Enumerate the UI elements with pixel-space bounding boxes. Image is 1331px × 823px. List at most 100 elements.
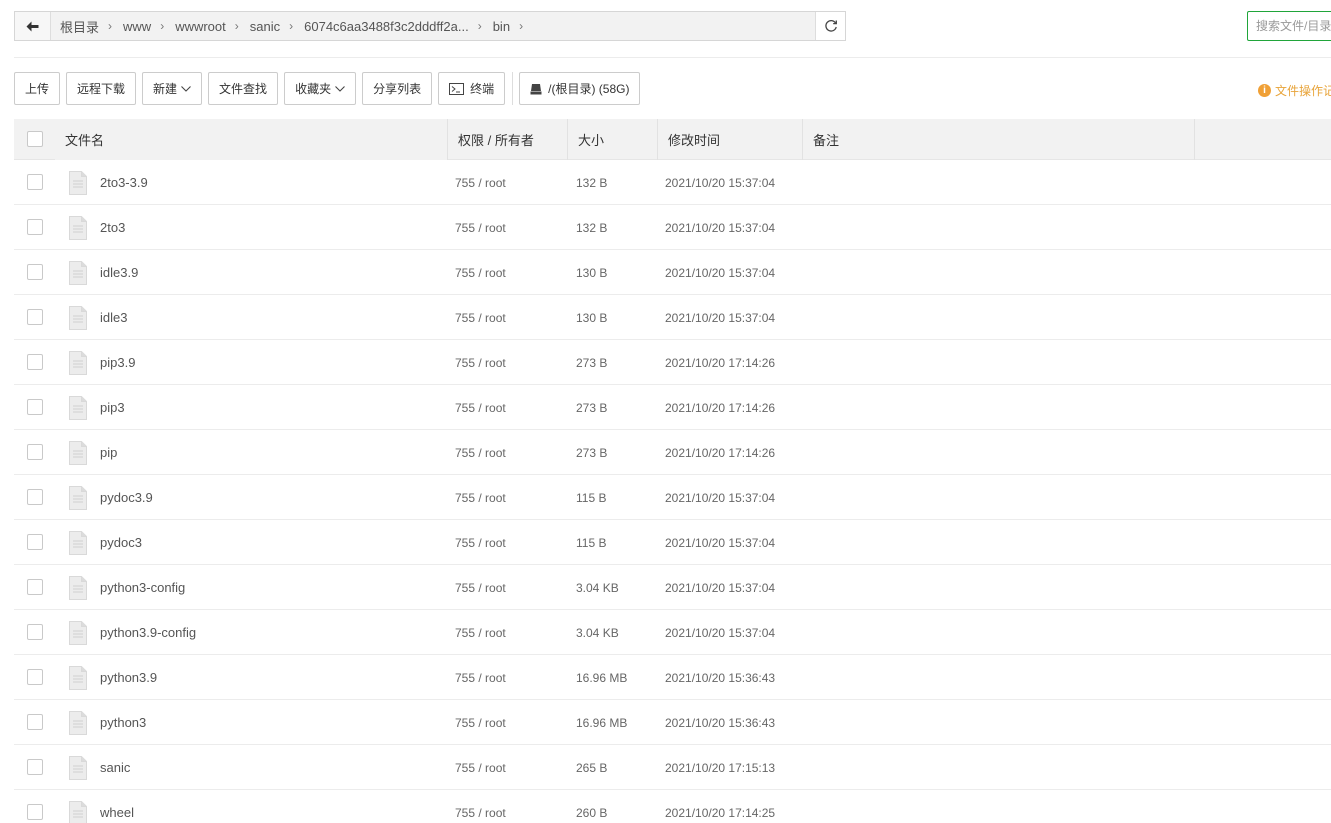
col-mtime[interactable]: 修改时间 bbox=[657, 119, 802, 160]
row-checkbox[interactable] bbox=[27, 354, 43, 370]
row-checkbox[interactable] bbox=[27, 534, 43, 550]
col-note: 备注 bbox=[802, 119, 1194, 160]
file-name-cell[interactable]: wheel bbox=[69, 790, 134, 823]
table-row[interactable]: python3-config 755 / root 3.04 KB 2021/1… bbox=[14, 565, 1331, 610]
select-all-checkbox[interactable] bbox=[27, 131, 43, 147]
file-name-cell[interactable]: python3.9 bbox=[69, 655, 157, 700]
remote-download-button[interactable]: 远程下载 bbox=[66, 72, 137, 105]
table-row[interactable]: pydoc3 755 / root 115 B 2021/10/20 15:37… bbox=[14, 520, 1331, 565]
disk-button[interactable]: /(根目录) (58G) bbox=[519, 72, 641, 105]
file-name-cell[interactable]: pydoc3.9 bbox=[69, 475, 153, 520]
table-row[interactable]: idle3 755 / root 130 B 2021/10/20 15:37:… bbox=[14, 295, 1331, 340]
upload-button[interactable]: 上传 bbox=[14, 72, 61, 105]
share-list-button[interactable]: 分享列表 bbox=[362, 72, 433, 105]
table-row[interactable]: python3.9 755 / root 16.96 MB 2021/10/20… bbox=[14, 655, 1331, 700]
mtime-cell: 2021/10/20 15:36:43 bbox=[665, 670, 776, 685]
file-name-cell[interactable]: pip3.9 bbox=[69, 340, 135, 385]
table-row[interactable]: sanic 755 / root 265 B 2021/10/20 17:15:… bbox=[14, 745, 1331, 790]
row-checkbox[interactable] bbox=[27, 174, 43, 190]
crumb-label: 6074c6aa3488f3c2dddff2a... bbox=[304, 18, 469, 34]
file-name: pip3.9 bbox=[100, 355, 136, 370]
file-icon bbox=[69, 530, 87, 555]
row-checkbox[interactable] bbox=[27, 219, 43, 235]
terminal-button[interactable]: 终端 bbox=[438, 72, 506, 105]
col-size[interactable]: 大小 bbox=[567, 119, 657, 160]
file-name-cell[interactable]: pip3 bbox=[69, 385, 125, 430]
file-name-cell[interactable]: idle3.9 bbox=[69, 250, 138, 295]
col-name-label: 文件名 bbox=[65, 133, 105, 148]
row-checkbox[interactable] bbox=[27, 759, 43, 775]
permission-cell[interactable]: 755 / root bbox=[455, 520, 506, 565]
table-row[interactable]: python3.9-config 755 / root 3.04 KB 2021… bbox=[14, 610, 1331, 655]
permission-cell[interactable]: 755 / root bbox=[455, 295, 506, 340]
favorites-label: 收藏夹 bbox=[295, 82, 332, 96]
refresh-icon bbox=[824, 20, 837, 32]
table-row[interactable]: pip3.9 755 / root 273 B 2021/10/20 17:14… bbox=[14, 340, 1331, 385]
crumb-label: 根目录 bbox=[60, 19, 100, 35]
permission-cell[interactable]: 755 / root bbox=[455, 250, 506, 295]
permission-cell[interactable]: 755 / root bbox=[455, 205, 506, 250]
permission-cell[interactable]: 755 / root bbox=[455, 745, 506, 790]
table-row[interactable]: pydoc3.9 755 / root 115 B 2021/10/20 15:… bbox=[14, 475, 1331, 520]
permission-cell[interactable]: 755 / root bbox=[455, 655, 506, 700]
row-checkbox[interactable] bbox=[27, 399, 43, 415]
table-row[interactable]: python3 755 / root 16.96 MB 2021/10/20 1… bbox=[14, 700, 1331, 745]
file-name-cell[interactable]: pip bbox=[69, 430, 117, 475]
file-name-cell[interactable]: pydoc3 bbox=[69, 520, 142, 565]
permission-cell[interactable]: 755 / root bbox=[455, 160, 506, 205]
file-name: python3.9 bbox=[100, 670, 158, 685]
file-name-cell[interactable]: python3-config bbox=[69, 565, 185, 610]
row-checkbox[interactable] bbox=[27, 264, 43, 280]
permission-cell[interactable]: 755 / root bbox=[455, 700, 506, 745]
crumb-sanic[interactable]: sanic › bbox=[247, 19, 301, 34]
file-name: pip bbox=[100, 445, 118, 460]
row-checkbox[interactable] bbox=[27, 669, 43, 685]
file-icon bbox=[69, 620, 87, 645]
permission-cell[interactable]: 755 / root bbox=[455, 610, 506, 655]
file-ops-log-link[interactable]: i 文件操作记录 bbox=[1258, 82, 1331, 99]
file-name-cell[interactable]: sanic bbox=[69, 745, 130, 790]
permission-cell[interactable]: 755 / root bbox=[455, 790, 506, 823]
file-name-cell[interactable]: 2to3 bbox=[69, 205, 125, 250]
new-dropdown-button[interactable]: 新建 bbox=[142, 72, 203, 105]
table-row[interactable]: 2to3-3.9 755 / root 132 B 2021/10/20 15:… bbox=[14, 160, 1331, 205]
file-name-cell[interactable]: 2to3-3.9 bbox=[69, 160, 148, 205]
crumb-label: bin bbox=[492, 18, 511, 34]
permission-cell[interactable]: 755 / root bbox=[455, 565, 506, 610]
row-checkbox[interactable] bbox=[27, 444, 43, 460]
file-name-cell[interactable]: idle3 bbox=[69, 295, 127, 340]
table-row[interactable]: 2to3 755 / root 132 B 2021/10/20 15:37:0… bbox=[14, 205, 1331, 250]
permission-cell[interactable]: 755 / root bbox=[455, 475, 506, 520]
back-button[interactable] bbox=[15, 12, 51, 40]
size-cell: 16.96 MB bbox=[576, 715, 628, 730]
search-input[interactable] bbox=[1247, 11, 1331, 41]
row-checkbox[interactable] bbox=[27, 579, 43, 595]
file-search-button[interactable]: 文件查找 bbox=[208, 72, 279, 105]
col-perm[interactable]: 权限 / 所有者 bbox=[447, 119, 567, 160]
row-checkbox[interactable] bbox=[27, 489, 43, 505]
crumb-wwwroot[interactable]: wwwroot › bbox=[172, 19, 247, 34]
col-name[interactable]: 文件名 bbox=[55, 119, 447, 160]
size-cell: 273 B bbox=[576, 445, 608, 460]
file-name-cell[interactable]: python3.9-config bbox=[69, 610, 196, 655]
row-checkbox[interactable] bbox=[27, 624, 43, 640]
favorites-dropdown-button[interactable]: 收藏夹 bbox=[284, 72, 357, 105]
file-name-cell[interactable]: python3 bbox=[69, 700, 146, 745]
row-checkbox[interactable] bbox=[27, 714, 43, 730]
table-row[interactable]: pip3 755 / root 273 B 2021/10/20 17:14:2… bbox=[14, 385, 1331, 430]
table-row[interactable]: idle3.9 755 / root 130 B 2021/10/20 15:3… bbox=[14, 250, 1331, 295]
crumb-root[interactable]: 根目录 › bbox=[57, 17, 120, 36]
permission-cell[interactable]: 755 / root bbox=[455, 340, 506, 385]
crumb-www[interactable]: www › bbox=[120, 19, 172, 34]
crumb-bin[interactable]: bin › bbox=[490, 19, 531, 34]
permission-cell[interactable]: 755 / root bbox=[455, 430, 506, 475]
permission-cell[interactable]: 755 / root bbox=[455, 385, 506, 430]
refresh-button[interactable] bbox=[815, 12, 845, 40]
info-icon: i bbox=[1258, 84, 1271, 97]
row-checkbox[interactable] bbox=[27, 804, 43, 820]
table-row[interactable]: wheel 755 / root 260 B 2021/10/20 17:14:… bbox=[14, 790, 1331, 823]
crumb-hash-dir[interactable]: 6074c6aa3488f3c2dddff2a... › bbox=[301, 19, 490, 34]
table-row[interactable]: pip 755 / root 273 B 2021/10/20 17:14:26 bbox=[14, 430, 1331, 475]
mtime-cell: 2021/10/20 15:37:04 bbox=[665, 265, 776, 280]
row-checkbox[interactable] bbox=[27, 309, 43, 325]
